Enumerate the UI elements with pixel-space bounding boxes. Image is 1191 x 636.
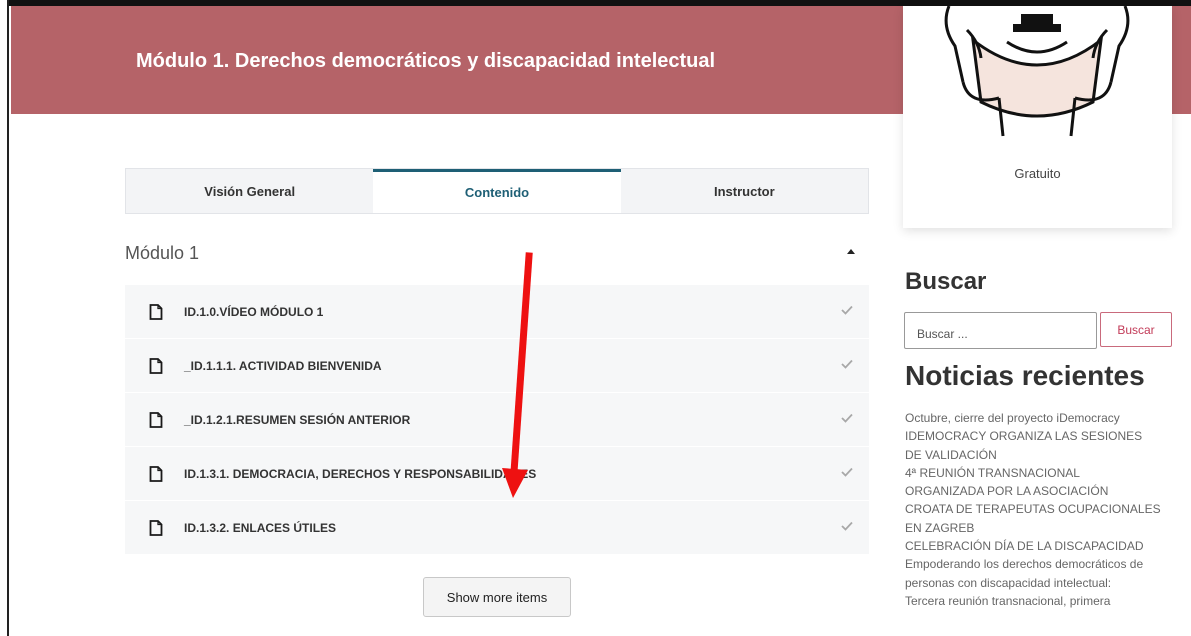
lesson-label: ID.1.3.2. ENLACES ÚTILES — [184, 520, 337, 535]
document-icon — [149, 358, 163, 374]
lesson-item[interactable]: _ID.1.2.1.RESUMEN SESIÓN ANTERIOR — [125, 393, 869, 447]
check-icon — [841, 359, 853, 369]
check-icon — [841, 521, 853, 531]
lesson-label: _ID.1.1.1. ACTIVIDAD BIENVENIDA — [184, 358, 382, 373]
news-link[interactable]: Octubre, cierre del proyecto iDemocracy — [905, 409, 1177, 427]
document-icon — [149, 520, 163, 536]
tab-overview[interactable]: Visión General — [126, 169, 374, 213]
lesson-label: _ID.1.2.1.RESUMEN SESIÓN ANTERIOR — [184, 412, 411, 427]
news-link[interactable]: Tercera reunión transnacional, primera — [905, 592, 1177, 610]
news-link[interactable]: CROATA DE TERAPEUTAS OCUPACIONALES — [905, 500, 1177, 518]
course-price: Gratuito — [1014, 166, 1061, 181]
news-link[interactable]: personas con discapacidad intelectual: — [905, 574, 1177, 592]
tab-instructor[interactable]: Instructor — [620, 169, 868, 213]
tab-content[interactable]: Contenido — [373, 169, 621, 213]
lesson-item[interactable]: ID.1.3.2. ENLACES ÚTILES — [125, 501, 869, 555]
collapse-caret-icon[interactable] — [847, 249, 855, 254]
recent-news-list: Octubre, cierre del proyecto iDemocracy … — [905, 409, 1177, 610]
course-card: Gratuito — [903, 6, 1172, 228]
search-heading: Buscar — [905, 268, 987, 295]
module-header[interactable]: Módulo 1 — [125, 240, 869, 272]
news-link[interactable]: Empoderando los derechos democráticos de — [905, 555, 1177, 573]
course-tabs: Visión General Contenido Instructor — [125, 168, 869, 214]
lesson-item[interactable]: ID.1.0.VÍDEO MÓDULO 1 — [125, 285, 869, 339]
news-link[interactable]: 4ª REUNIÓN TRANSNACIONAL — [905, 464, 1177, 482]
news-link[interactable]: IDEMOCRACY ORGANIZA LAS SESIONES — [905, 427, 1177, 445]
lesson-item[interactable]: ID.1.3.1. DEMOCRACIA, DERECHOS Y RESPONS… — [125, 447, 869, 501]
news-link[interactable]: ORGANIZADA POR LA ASOCIACIÓN — [905, 482, 1177, 500]
news-link[interactable]: CELEBRACIÓN DÍA DE LA DISCAPACIDAD — [905, 537, 1177, 555]
lesson-label: ID.1.3.1. DEMOCRACIA, DERECHOS Y RESPONS… — [184, 466, 537, 481]
show-more-button[interactable]: Show more items — [423, 577, 571, 617]
module-title: Módulo 1 — [125, 243, 200, 263]
lesson-item[interactable]: _ID.1.1.1. ACTIVIDAD BIENVENIDA — [125, 339, 869, 393]
window-left-border — [0, 0, 9, 636]
check-icon — [841, 413, 853, 423]
lesson-list: ID.1.0.VÍDEO MÓDULO 1 _ID.1.1.1. ACTIVID… — [125, 285, 869, 555]
search-input[interactable] — [904, 312, 1097, 349]
check-icon — [841, 305, 853, 315]
course-illustration — [903, 6, 1172, 142]
document-icon — [149, 466, 163, 482]
search-button[interactable]: Buscar — [1100, 312, 1172, 347]
document-icon — [149, 412, 163, 428]
lesson-label: ID.1.0.VÍDEO MÓDULO 1 — [184, 304, 324, 319]
course-title: Módulo 1. Derechos democráticos y discap… — [136, 50, 716, 72]
document-icon — [149, 304, 163, 320]
recent-news-heading: Noticias recientes — [905, 360, 1145, 391]
check-icon — [841, 467, 853, 477]
news-link[interactable]: EN ZAGREB — [905, 519, 1177, 537]
news-link[interactable]: DE VALIDACIÓN — [905, 446, 1177, 464]
